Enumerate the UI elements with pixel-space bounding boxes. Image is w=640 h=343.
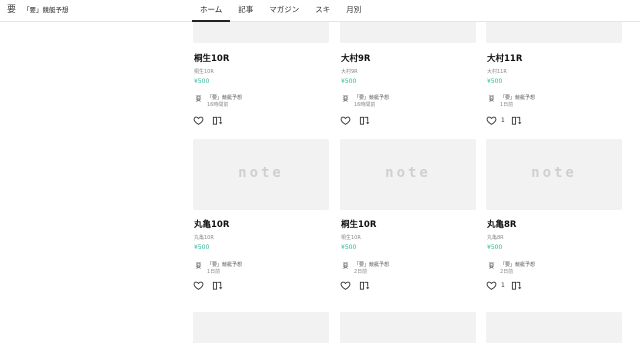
author-name[interactable]: 「要」競艇予想: [354, 94, 389, 101]
top-bar: 要 「要」競艇予想 ホーム 記事 マガジン スキ 月別: [0, 0, 640, 22]
heart-icon[interactable]: [486, 115, 497, 126]
article-thumbnail[interactable]: [340, 22, 476, 43]
post-time: 1日前: [207, 269, 221, 275]
article-card[interactable]: note 桐生10R 桐生10R ¥500 要 「要」競艇予想 2日前: [340, 139, 476, 299]
heart-icon[interactable]: [340, 280, 351, 291]
author-avatar[interactable]: 要: [194, 95, 203, 104]
article-price: ¥500: [194, 244, 210, 251]
like-count: 1: [501, 282, 505, 289]
heart-icon[interactable]: [193, 115, 204, 126]
author-avatar[interactable]: 要: [487, 95, 496, 104]
magazine-add-icon[interactable]: [511, 115, 522, 126]
tab-home[interactable]: ホーム: [192, 0, 231, 22]
tab-monthly[interactable]: 月別: [338, 0, 369, 22]
heart-icon[interactable]: [340, 115, 351, 126]
brand-name[interactable]: 「要」競艇予想: [23, 6, 69, 15]
author-avatar[interactable]: 要: [341, 95, 350, 104]
post-time: 16時間前: [354, 102, 376, 108]
article-title[interactable]: 桐生10R: [341, 218, 376, 230]
heart-icon[interactable]: [193, 280, 204, 291]
author-name[interactable]: 「要」競艇予想: [207, 94, 242, 101]
post-time: 2日前: [500, 269, 514, 275]
magazine-add-icon[interactable]: [511, 280, 522, 291]
article-thumbnail[interactable]: note: [486, 139, 622, 210]
author-avatar[interactable]: 要: [341, 262, 350, 271]
article-thumbnail[interactable]: [193, 22, 329, 43]
tab-magazine[interactable]: マガジン: [261, 0, 307, 22]
article-thumbnail[interactable]: note: [340, 139, 476, 210]
post-time: 2日前: [354, 269, 368, 275]
heart-icon[interactable]: [486, 280, 497, 291]
article-subtitle: 丸亀8R: [487, 235, 504, 241]
note-logo: note: [385, 165, 431, 181]
article-thumbnail[interactable]: [486, 312, 622, 343]
author-name[interactable]: 「要」競艇予想: [500, 94, 535, 101]
article-subtitle: 丸亀10R: [194, 235, 214, 241]
article-subtitle: 大村9R: [341, 69, 358, 75]
article-thumbnail[interactable]: note: [193, 139, 329, 210]
article-thumbnail[interactable]: [193, 312, 329, 343]
article-title[interactable]: 丸亀10R: [194, 218, 229, 230]
brand-avatar[interactable]: 要: [7, 5, 16, 16]
article-subtitle: 大村11R: [487, 69, 507, 75]
like-count: 1: [501, 117, 505, 124]
author-name[interactable]: 「要」競艇予想: [500, 261, 535, 268]
article-price: ¥500: [194, 78, 210, 85]
article-price: ¥500: [341, 244, 357, 251]
article-thumbnail[interactable]: [486, 22, 622, 43]
article-price: ¥500: [487, 244, 503, 251]
note-logo: note: [531, 165, 577, 181]
tab-likes[interactable]: スキ: [307, 0, 338, 22]
post-time: 16時間前: [207, 102, 229, 108]
article-thumbnail[interactable]: [340, 312, 476, 343]
article-price: ¥500: [341, 78, 357, 85]
article-title[interactable]: 大村11R: [487, 52, 522, 64]
article-card[interactable]: note 丸亀8R 丸亀8R ¥500 要 「要」競艇予想 2日前 1: [486, 139, 622, 299]
magazine-add-icon[interactable]: [212, 115, 223, 126]
article-card[interactable]: note 丸亀10R 丸亀10R ¥500 要 「要」競艇予想 1日前: [193, 139, 329, 299]
author-avatar[interactable]: 要: [194, 262, 203, 271]
article-subtitle: 桐生10R: [341, 235, 361, 241]
nav-tabs: ホーム 記事 マガジン スキ 月別: [192, 0, 369, 22]
article-price: ¥500: [487, 78, 503, 85]
article-card[interactable]: 大村9R 大村9R ¥500 要 「要」競艇予想 16時間前: [340, 22, 476, 130]
author-name[interactable]: 「要」競艇予想: [207, 261, 242, 268]
article-subtitle: 桐生10R: [194, 69, 214, 75]
tab-articles[interactable]: 記事: [230, 0, 261, 22]
article-card[interactable]: 桐生10R 桐生10R ¥500 要 「要」競艇予想 16時間前: [193, 22, 329, 130]
article-title[interactable]: 大村9R: [341, 52, 370, 64]
magazine-add-icon[interactable]: [359, 280, 370, 291]
note-logo: note: [238, 165, 284, 181]
post-time: 1日前: [500, 102, 514, 108]
article-title[interactable]: 桐生10R: [194, 52, 229, 64]
author-name[interactable]: 「要」競艇予想: [354, 261, 389, 268]
author-avatar[interactable]: 要: [487, 262, 496, 271]
article-card[interactable]: 大村11R 大村11R ¥500 要 「要」競艇予想 1日前 1: [486, 22, 622, 130]
magazine-add-icon[interactable]: [212, 280, 223, 291]
article-title[interactable]: 丸亀8R: [487, 218, 516, 230]
magazine-add-icon[interactable]: [359, 115, 370, 126]
